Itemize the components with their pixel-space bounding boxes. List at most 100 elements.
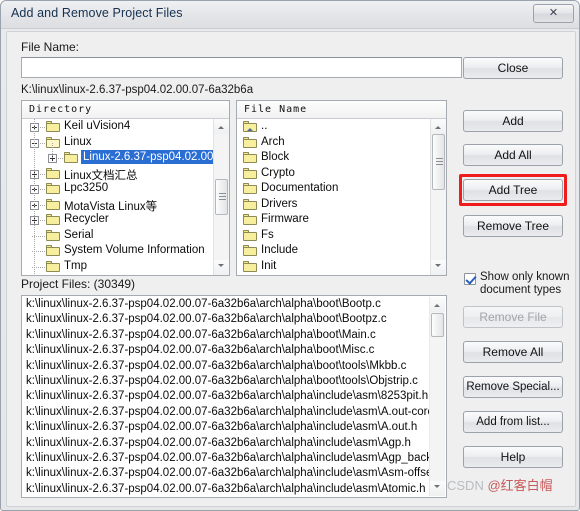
file-list-item-label: Firmware [261,213,309,225]
window-title: Add and Remove Project Files [11,6,183,20]
project-file-row[interactable]: k:\linux\linux-2.6.37-psp04.02.00.07-6a3… [24,375,430,390]
directory-tree-item[interactable]: Tmp [22,259,214,275]
directory-scroll-thumb[interactable] [215,179,228,215]
directory-tree-item[interactable]: Linux [22,135,214,151]
close-window-button[interactable]: ✕ [533,4,574,23]
project-file-row[interactable]: k:\linux\linux-2.6.37-psp04.02.00.07-6a3… [24,406,430,421]
folder-icon [243,261,257,272]
directory-tree-item[interactable]: Serial [22,228,214,244]
remove-tree-button[interactable]: Remove Tree [463,215,563,237]
project-file-row[interactable]: k:\linux\linux-2.6.37-psp04.02.00.07-6a3… [24,313,430,328]
file-list-item[interactable]: Crypto [237,166,431,182]
folder-icon [46,199,60,210]
folder-icon [64,152,78,163]
project-file-row[interactable]: k:\linux\linux-2.6.37-psp04.02.00.07-6a3… [24,437,430,452]
add-button[interactable]: Add [463,110,563,132]
project-file-row[interactable]: k:\linux\linux-2.6.37-psp04.02.00.07-6a3… [24,467,430,482]
directory-tree-item[interactable]: Linux-2.6.37-psp04.02.00.0 [22,150,214,166]
directory-tree-item-label: System Volume Information [64,244,205,256]
file-list[interactable]: .. Arch Block Crypto Documentation DriversFir… [237,119,431,275]
file-list-item-label: Documentation [261,182,338,194]
add-from-list-button-label: Add from list... [476,416,550,428]
project-file-row[interactable]: k:\linux\linux-2.6.37-psp04.02.00.07-6a3… [24,421,430,436]
file-list-item[interactable]: .. [237,119,431,135]
file-list-item-label: .. [261,120,267,132]
scroll-down-icon[interactable] [431,260,446,275]
file-name-input[interactable] [21,57,462,78]
remove-tree-button-label: Remove Tree [477,219,549,233]
project-file-row[interactable]: k:\linux\linux-2.6.37-psp04.02.00.07-6a3… [24,390,430,405]
directory-tree-item[interactable]: System Volume Information [22,243,214,259]
watermark-prefix: CSDN [447,478,487,493]
help-button[interactable]: Help [463,446,563,468]
remove-special-button[interactable]: Remove Special... [463,376,563,398]
folder-icon [243,183,257,194]
tree-trunk [52,143,53,159]
scroll-down-icon[interactable] [430,481,445,496]
project-files-scrollbar[interactable] [429,297,445,496]
close-button-label: Close [498,61,529,75]
directory-tree-item[interactable]: Linux文档汇总 [22,166,214,182]
directory-panel: Directory Keil uVision4 Linux Linux-2.6.37… [21,100,230,276]
directory-tree-item[interactable]: Ubuntu [22,274,214,275]
file-name-header: File Name [237,101,446,119]
directory-tree-item-label: Linux [64,136,92,148]
file-list-item-label: Arch [261,136,285,148]
current-path-text: K:\linux\linux-2.6.37-psp04.02.00.07-6a3… [21,84,253,96]
file-list-item[interactable]: Init [237,259,431,275]
file-scrollbar[interactable] [430,119,446,275]
directory-scrollbar[interactable] [213,119,229,275]
directory-tree-item[interactable]: MotaVista Linux等 [22,197,214,213]
file-list-item[interactable]: Drivers [237,197,431,213]
project-file-row[interactable]: k:\linux\linux-2.6.37-psp04.02.00.07-6a3… [24,329,430,344]
project-file-row[interactable]: k:\linux\linux-2.6.37-psp04.02.00.07-6a3… [24,298,430,313]
file-list-item[interactable]: Ipc [237,274,431,275]
project-file-row[interactable]: k:\linux\linux-2.6.37-psp04.02.00.07-6a3… [24,452,430,467]
close-button[interactable]: Close [463,57,563,79]
remove-file-button: Remove File [463,306,563,328]
scroll-up-icon[interactable] [214,119,229,134]
file-name-panel: File Name .. Arch Block Crypto Documentation… [236,100,447,276]
directory-header: Directory [22,101,229,119]
directory-tree-item[interactable]: Recycler [22,212,214,228]
file-list-item-label: Block [261,151,289,163]
folder-icon [46,137,60,148]
file-list-item[interactable]: Include [237,243,431,259]
directory-tree-item-label: Recycler [64,213,109,225]
show-known-checkbox[interactable] [464,273,476,285]
project-files-list[interactable]: k:\linux\linux-2.6.37-psp04.02.00.07-6a3… [24,298,430,495]
file-list-item-label: Init [261,260,276,272]
file-list-item[interactable]: Documentation [237,181,431,197]
scroll-up-icon[interactable] [431,119,446,134]
directory-tree-item-label: Keil uVision4 [64,120,130,132]
file-list-item-label: Crypto [261,167,295,179]
file-scroll-thumb[interactable] [432,134,445,190]
directory-tree[interactable]: Keil uVision4 Linux Linux-2.6.37-psp04.02.… [22,119,214,275]
remove-file-button-label: Remove File [479,310,546,324]
folder-icon [243,230,257,241]
file-list-item[interactable]: Fs [237,228,431,244]
show-known-label-line1: Show only known [480,271,570,284]
add-tree-button-label: Add Tree [489,183,538,197]
folder-icon [243,199,257,210]
remove-all-button[interactable]: Remove All [463,341,563,363]
file-list-item[interactable]: Block [237,150,431,166]
project-file-row[interactable]: k:\linux\linux-2.6.37-psp04.02.00.07-6a3… [24,483,430,495]
folder-icon [46,230,60,241]
add-all-button[interactable]: Add All [463,144,563,166]
project-file-row[interactable]: k:\linux\linux-2.6.37-psp04.02.00.07-6a3… [24,344,430,359]
project-files-scroll-thumb[interactable] [431,313,444,337]
scroll-up-icon[interactable] [430,297,445,312]
directory-tree-item[interactable]: Keil uVision4 [22,119,214,135]
add-from-list-button[interactable]: Add from list... [463,411,563,433]
folder-icon [46,183,60,194]
folder-icon [243,168,257,179]
add-tree-button[interactable]: Add Tree [463,179,563,201]
file-list-item[interactable]: Firmware [237,212,431,228]
folder-icon [46,168,60,179]
scroll-down-icon[interactable] [214,260,229,275]
add-button-label: Add [502,114,523,128]
file-list-item[interactable]: Arch [237,135,431,151]
directory-tree-item[interactable]: Lpc3250 [22,181,214,197]
project-file-row[interactable]: k:\linux\linux-2.6.37-psp04.02.00.07-6a3… [24,360,430,375]
